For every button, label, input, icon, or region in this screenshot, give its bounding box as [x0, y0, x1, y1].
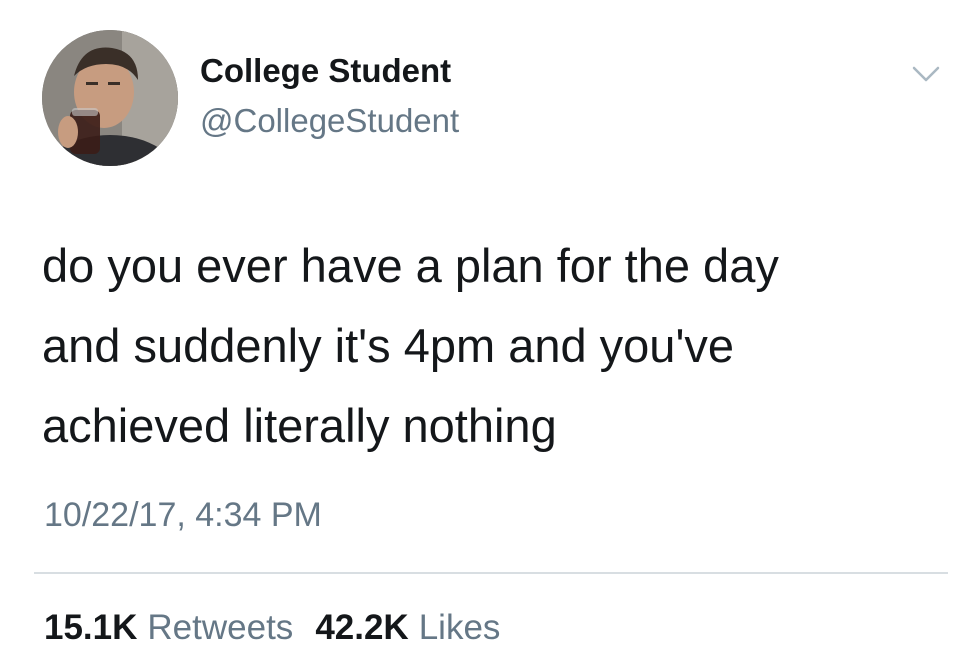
tweet-stats: 15.1K Retweets 42.2K Likes: [44, 608, 522, 648]
retweets-stat[interactable]: 15.1K Retweets: [44, 608, 293, 648]
likes-label: Likes: [418, 608, 501, 647]
tweet-text: do you ever have a plan for the day and …: [42, 239, 779, 452]
tweet-card: College Student @CollegeStudent do you e…: [0, 0, 980, 672]
tweet-timestamp[interactable]: 10/22/17, 4:34 PM: [44, 496, 322, 535]
likes-stat[interactable]: 42.2K Likes: [315, 608, 500, 648]
retweets-count: 15.1K: [44, 608, 138, 647]
divider: [34, 572, 948, 574]
author-name[interactable]: College Student: [200, 52, 451, 90]
author-handle[interactable]: @CollegeStudent: [200, 102, 459, 140]
profile-photo: [42, 30, 178, 166]
chevron-down-icon[interactable]: [904, 60, 948, 90]
retweets-label: Retweets: [147, 608, 294, 647]
avatar[interactable]: [42, 30, 178, 166]
likes-count: 42.2K: [315, 608, 409, 647]
